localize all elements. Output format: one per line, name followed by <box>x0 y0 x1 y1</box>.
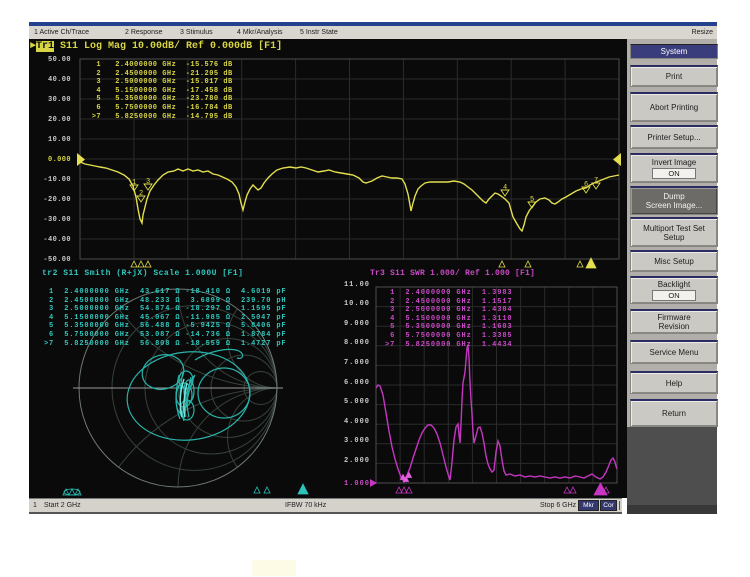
svg-text:5: 5 <box>530 196 534 204</box>
svg-text:1: 1 <box>132 179 136 187</box>
svg-text:2: 2 <box>139 190 143 198</box>
svg-text:3: 3 <box>146 178 150 186</box>
svg-text:7: 7 <box>594 177 598 185</box>
svg-text:4: 4 <box>503 184 507 192</box>
svg-text:6: 6 <box>584 181 588 189</box>
